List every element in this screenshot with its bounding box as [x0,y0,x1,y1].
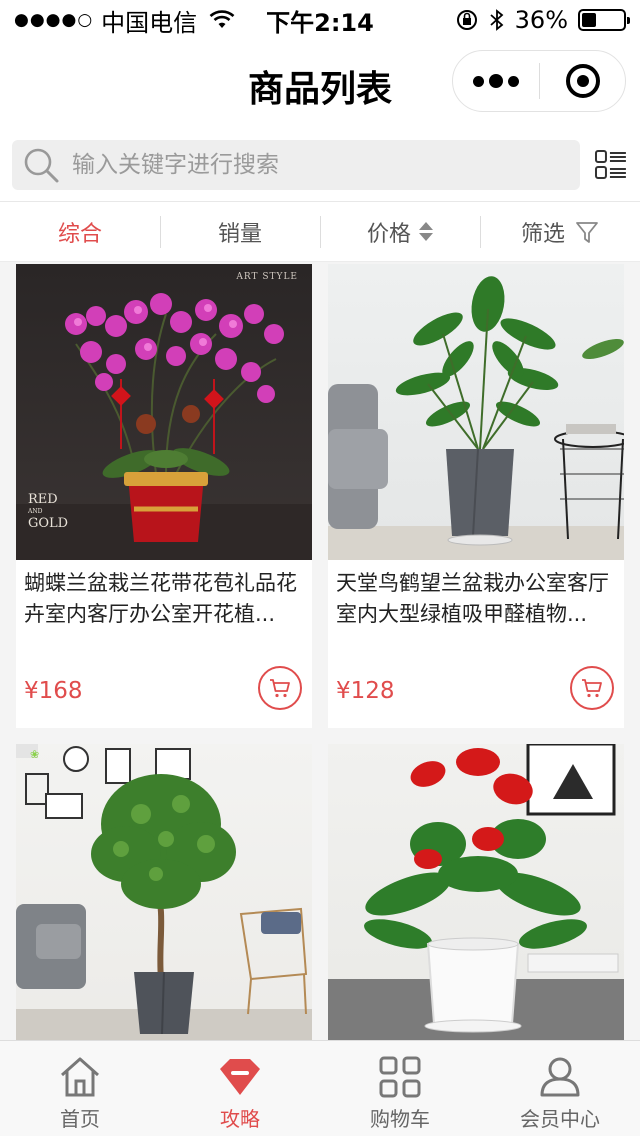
product-card[interactable]: ART STYLE RED AND GOLD 蝴蝶兰盆栽兰花带花苞礼品花卉室内客… [16,264,312,728]
product-footer: ¥128 [328,658,624,728]
rotation-lock-icon [456,10,477,30]
product-footer: ¥168 [16,658,312,728]
list-view-icon[interactable] [594,148,628,182]
product-card[interactable] [328,744,624,1042]
tab-sales[interactable]: 销量 [160,202,320,262]
tab-label: 筛选 [520,221,565,247]
carrier-name: 中国电信 [101,8,198,37]
product-card[interactable]: 天堂鸟鹤望兰盆栽办公室客厅室内大型绿植吸甲醛植物... ¥128 [328,264,624,728]
battery-fill [582,13,597,27]
image-watermark: ❀ [30,748,40,761]
tab-guide[interactable]: 攻略 [160,1041,320,1136]
product-image[interactable] [328,264,624,560]
add-to-cart-button[interactable] [570,666,614,710]
battery-percent: 36% [514,6,568,34]
search-row [0,128,640,202]
miniprogram-capsule [452,50,626,112]
signal-strength: ●●●●○ [14,10,94,30]
wifi-icon [209,10,235,28]
tab-member[interactable]: 会员中心 [480,1041,640,1136]
cart-icon [582,679,602,698]
tab-label: 攻略 [220,1107,260,1131]
cart-icon [270,679,290,698]
tab-price[interactable]: 价格 [320,202,480,262]
user-icon [540,1057,580,1097]
filter-tabs: 综合 销量 价格 筛选 [0,202,640,262]
product-grid: ART STYLE RED AND GOLD 蝴蝶兰盆栽兰花带花苞礼品花卉室内客… [0,262,640,1042]
product-image[interactable]: ART STYLE RED AND GOLD [16,264,312,560]
bluetooth-icon [490,9,504,31]
add-to-cart-button[interactable] [258,666,302,710]
bottom-tab-bar: 首页 攻略 购物车 会员中心 [0,1040,640,1136]
search-icon [24,148,59,182]
battery-icon [578,9,630,31]
sort-arrows-icon [419,222,433,241]
anthurium-image [328,744,624,1040]
tab-label: 首页 [60,1107,100,1131]
nav-bar: 商品列表 [0,40,640,128]
tab-home[interactable]: 首页 [0,1041,160,1136]
more-menu-button[interactable] [453,51,539,111]
product-price: ¥168 [24,678,83,704]
tab-label: 价格 [366,221,411,247]
tab-comprehensive[interactable]: 综合 [0,202,160,262]
tab-label: 销量 [217,221,262,247]
product-name[interactable]: 蝴蝶兰盆栽兰花带花苞礼品花卉室内客厅办公室开花植... [16,560,312,638]
product-name[interactable]: 天堂鸟鹤望兰盆栽办公室客厅室内大型绿植吸甲醛植物... [328,560,624,638]
tab-label: 会员中心 [520,1107,600,1131]
search-input[interactable] [72,151,552,178]
bird-of-paradise-image [328,276,624,560]
product-image[interactable]: ❀ [16,744,312,1040]
home-icon [61,1057,99,1097]
tab-filter[interactable]: 筛选 [480,202,640,262]
tab-label: 购物车 [370,1107,430,1131]
filter-funnel-icon [576,221,598,243]
tab-label: 综合 [57,221,102,247]
image-brand-text: ART STYLE [236,272,298,282]
product-image[interactable] [328,744,624,1040]
product-price: ¥128 [336,678,395,704]
tab-cart[interactable]: 购物车 [320,1041,480,1136]
image-caption: RED AND GOLD [28,492,69,531]
search-box[interactable] [12,139,581,190]
status-bar: ●●●●○ 中国电信 下午2:14 36% [0,0,640,40]
grid-icon [379,1056,421,1098]
guide-icon [220,1059,260,1095]
product-card[interactable]: ❀ [16,744,312,1042]
money-tree-image [16,744,312,1040]
close-miniprogram-button[interactable] [540,51,625,111]
